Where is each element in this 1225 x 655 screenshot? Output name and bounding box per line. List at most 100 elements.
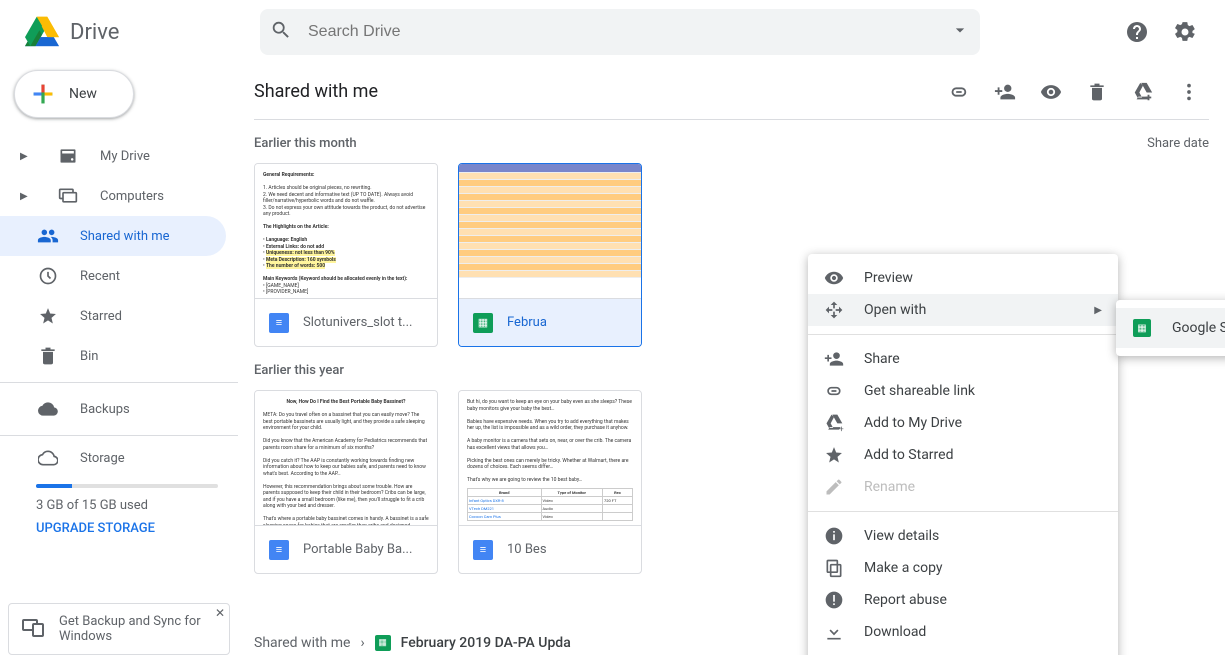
menu-get-link[interactable]: Get shareable link — [808, 375, 1118, 407]
sheets-icon: ▦ — [473, 313, 493, 333]
nav-label: Storage — [80, 451, 125, 466]
menu-label: View details — [864, 528, 939, 544]
close-icon[interactable]: ✕ — [215, 606, 225, 620]
file-thumbnail — [459, 164, 641, 298]
nav-starred[interactable]: Starred — [0, 296, 226, 336]
menu-view-details[interactable]: View details — [808, 520, 1118, 552]
upgrade-storage-link[interactable]: UPGRADE STORAGE — [36, 521, 218, 536]
star-icon — [36, 306, 60, 326]
menu-download[interactable]: Download — [808, 616, 1118, 648]
menu-report-abuse[interactable]: Report abuse — [808, 584, 1118, 616]
nav-label: Computers — [100, 189, 164, 204]
nav-backups[interactable]: Backups — [0, 389, 226, 429]
shared-icon — [36, 225, 60, 247]
copy-icon — [824, 558, 844, 578]
sidebar: New ▶ My Drive ▶ Computers Shared with m… — [0, 64, 238, 655]
trash-icon — [36, 346, 60, 366]
nav-label: My Drive — [100, 149, 150, 164]
breadcrumb-current[interactable]: February 2019 DA-PA Upda — [401, 635, 571, 651]
eye-icon[interactable] — [1031, 72, 1071, 112]
nav-my-drive[interactable]: ▶ My Drive — [0, 136, 226, 176]
nav-label: Backups — [80, 402, 130, 417]
open-with-icon — [824, 300, 844, 320]
chevron-right-icon: › — [360, 635, 364, 651]
nav-label: Bin — [80, 349, 98, 364]
file-card[interactable]: ▦ Februa — [458, 163, 642, 347]
menu-label: Preview — [864, 270, 913, 286]
chevron-right-icon: ▶ — [20, 151, 32, 162]
file-thumbnail: But hi, do you want to keep an eye on yo… — [459, 391, 641, 525]
menu-separator — [808, 334, 1118, 335]
trash-icon[interactable] — [1077, 72, 1117, 112]
report-icon — [824, 590, 844, 610]
nav-bin[interactable]: Bin — [0, 336, 226, 376]
file-name: Portable Baby Ba... — [303, 542, 412, 557]
nav-label: Shared with me — [80, 229, 170, 244]
header: Drive — [0, 0, 1225, 64]
cloud-icon — [36, 399, 60, 419]
file-name: Februa — [507, 315, 547, 330]
computers-icon — [56, 186, 80, 206]
cloud-outline-icon — [36, 448, 60, 468]
menu-share[interactable]: Share — [808, 343, 1118, 375]
file-footer: ▦ Februa — [459, 298, 641, 346]
settings-icon[interactable] — [1165, 12, 1205, 52]
docs-icon: ≡ — [269, 540, 289, 560]
breadcrumb-root[interactable]: Shared with me — [254, 635, 350, 651]
new-button-label: New — [69, 86, 97, 102]
add-to-drive-icon[interactable] — [1123, 72, 1163, 112]
storage-section: 3 GB of 15 GB used UPGRADE STORAGE — [0, 474, 238, 542]
search-options-icon[interactable] — [950, 20, 970, 44]
nav-recent[interactable]: Recent — [0, 256, 226, 296]
new-button[interactable]: New — [14, 70, 134, 118]
menu-make-copy[interactable]: Make a copy — [808, 552, 1118, 584]
menu-preview[interactable]: Preview — [808, 262, 1118, 294]
page-title: Shared with me — [254, 81, 378, 102]
menu-label: Rename — [864, 479, 915, 495]
section-earlier-month: Earlier this month — [254, 136, 1209, 151]
docs-icon: ≡ — [473, 540, 493, 560]
help-icon[interactable] — [1117, 12, 1157, 52]
storage-used-label: 3 GB of 15 GB used — [36, 498, 218, 513]
file-footer: ≡ 10 Bes — [459, 525, 641, 573]
file-card[interactable]: General Requirements: 1. Articles should… — [254, 163, 438, 347]
link-icon[interactable] — [939, 72, 979, 112]
menu-open-with[interactable]: Open with ▶ — [808, 294, 1118, 326]
context-menu: Preview Open with ▶ Share Get shareable … — [808, 254, 1118, 655]
submenu-google-sheets[interactable]: ▦ Google Sheets — [1116, 308, 1225, 348]
docs-icon: ≡ — [269, 313, 289, 333]
menu-label: Get shareable link — [864, 383, 975, 399]
add-person-icon[interactable] — [985, 72, 1025, 112]
file-name: Slotunivers_slot t... — [303, 315, 412, 330]
menu-add-to-drive[interactable]: + Add to My Drive — [808, 407, 1118, 439]
backup-promo[interactable]: Get Backup and Sync for Windows ✕ — [8, 603, 230, 655]
sheets-icon: ▦ — [375, 635, 391, 651]
download-icon — [824, 622, 844, 642]
storage-bar — [36, 484, 218, 488]
backup-promo-text: Get Backup and Sync for Windows — [59, 614, 219, 644]
divider — [0, 435, 238, 436]
search-icon — [270, 19, 292, 45]
sheets-icon: ▦ — [1132, 319, 1152, 337]
search-input[interactable] — [306, 22, 950, 42]
menu-label: Download — [864, 624, 926, 640]
logo-area[interactable]: Drive — [12, 12, 260, 52]
search-bar[interactable] — [260, 9, 980, 55]
file-card[interactable]: Now, How Do I Find the Best Portable Bab… — [254, 390, 438, 574]
menu-label: Share — [864, 351, 900, 367]
nav-shared-with-me[interactable]: Shared with me — [0, 216, 226, 256]
menu-label: Open with — [864, 302, 926, 318]
nav-computers[interactable]: ▶ Computers — [0, 176, 226, 216]
app-name: Drive — [70, 20, 119, 45]
file-card[interactable]: But hi, do you want to keep an eye on yo… — [458, 390, 642, 574]
nav-storage[interactable]: Storage — [0, 442, 226, 474]
file-footer: ≡ Portable Baby Ba... — [255, 525, 437, 573]
file-thumbnail: General Requirements: 1. Articles should… — [255, 164, 437, 298]
more-icon[interactable] — [1169, 72, 1209, 112]
add-person-icon — [824, 349, 844, 369]
menu-add-starred[interactable]: Add to Starred — [808, 439, 1118, 471]
menu-rename: Rename — [808, 471, 1118, 503]
toolbar — [939, 72, 1209, 112]
my-drive-icon — [56, 146, 80, 166]
share-date-header[interactable]: Share date — [1147, 136, 1209, 151]
